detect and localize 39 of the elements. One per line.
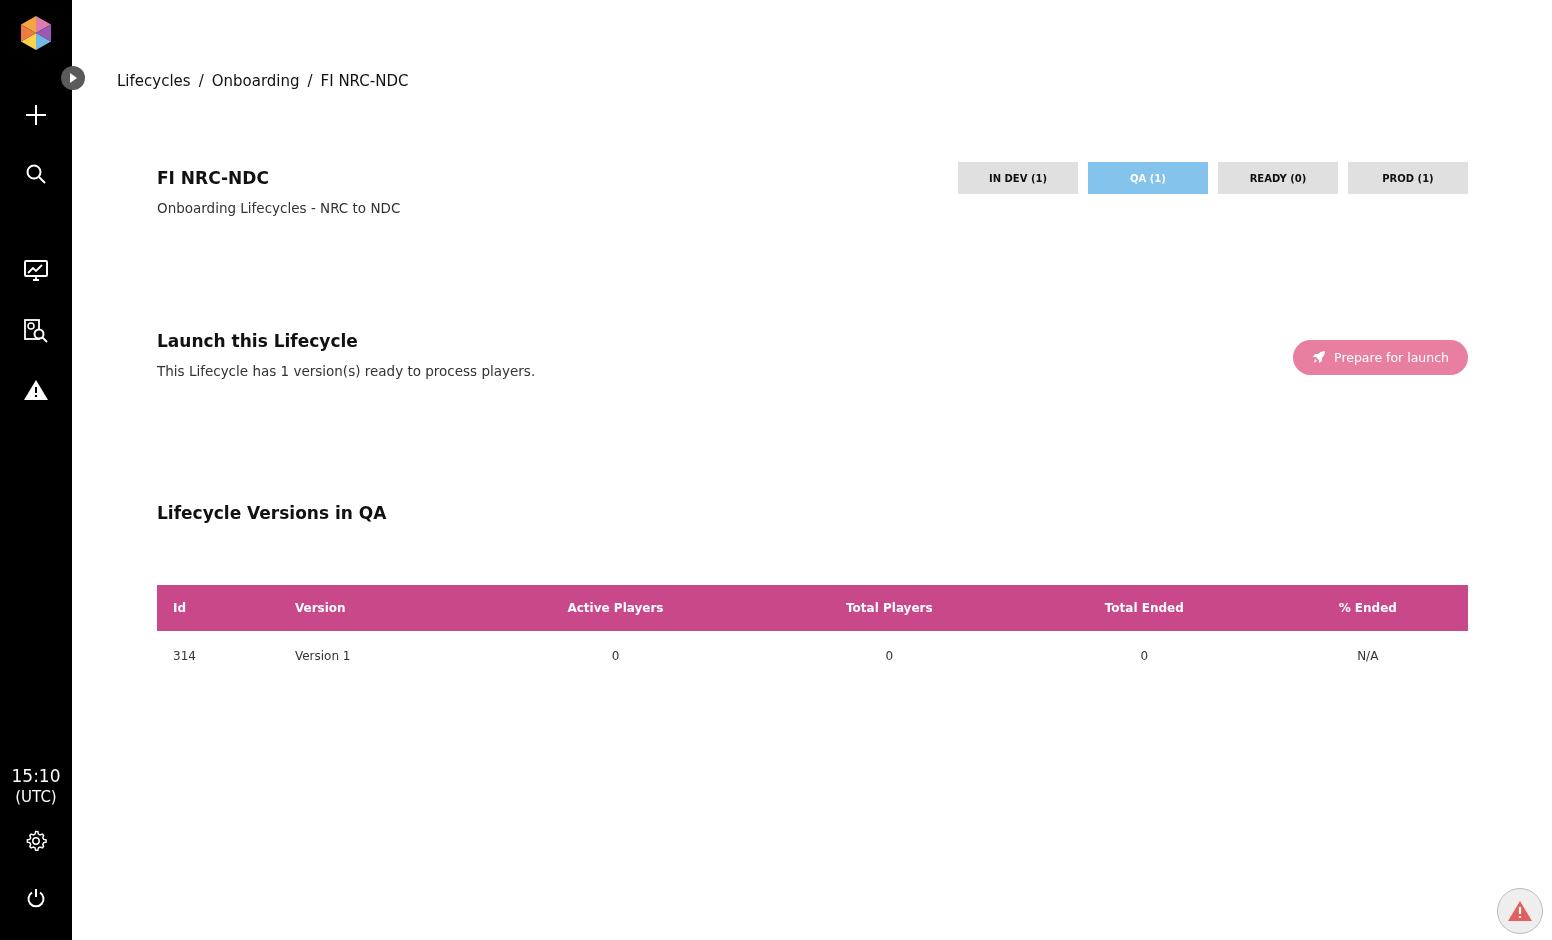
stage-tab[interactable]: PROD (1) (1348, 162, 1468, 194)
hexagon-logo-icon[interactable] (19, 15, 53, 51)
table-cell: Version 1 (294, 648, 351, 663)
column-header: Total Players (846, 601, 933, 615)
table-cell: 0 (1140, 648, 1149, 663)
monitor-chart-icon[interactable] (24, 260, 48, 282)
column-header: Total Ended (1104, 601, 1184, 615)
plus-icon[interactable] (25, 104, 47, 126)
column-header: Version (294, 601, 346, 615)
table-cell: 0 (885, 648, 894, 663)
breadcrumb-link[interactable]: Lifecycles (117, 72, 191, 90)
lifecycle-subtitle: Onboarding Lifecycles - NRC to NDC (157, 200, 401, 216)
rocket-icon (1312, 350, 1327, 364)
stage-tab[interactable]: READY (0) (1218, 162, 1338, 194)
settings-icon[interactable] (25, 830, 47, 852)
column-header: Active Players (567, 601, 664, 615)
breadcrumb-separator: / (307, 72, 313, 90)
search-icon[interactable] (25, 163, 47, 185)
power-icon[interactable] (26, 888, 46, 908)
table-cell: 314 (173, 648, 196, 663)
versions-title: Lifecycle Versions in QA (157, 503, 388, 523)
alert-button[interactable] (1497, 888, 1543, 934)
column-header: Id (173, 601, 187, 615)
clock-timezone: (UTC) (15, 788, 57, 806)
table-cell: N/A (1357, 648, 1379, 663)
report-search-icon[interactable] (24, 319, 48, 343)
warning-icon (1508, 901, 1532, 921)
lifecycle-title: FI NRC-NDC (157, 168, 270, 188)
warning-icon[interactable] (24, 380, 48, 400)
stage-tab[interactable]: IN DEV (1) (958, 162, 1078, 194)
column-header: % Ended (1338, 601, 1397, 615)
breadcrumb-link[interactable]: Onboarding (211, 72, 300, 90)
table-cell: 0 (611, 648, 620, 663)
breadcrumb-separator: / (198, 72, 204, 90)
clock-time: 15:10 (11, 766, 61, 786)
launch-title: Launch this Lifecycle (157, 331, 359, 351)
launch-description: This Lifecycle has 1 version(s) ready to process players. (157, 363, 536, 379)
expand-sidebar-icon[interactable] (61, 66, 85, 90)
breadcrumb-link[interactable]: FI NRC-NDC (320, 72, 409, 90)
